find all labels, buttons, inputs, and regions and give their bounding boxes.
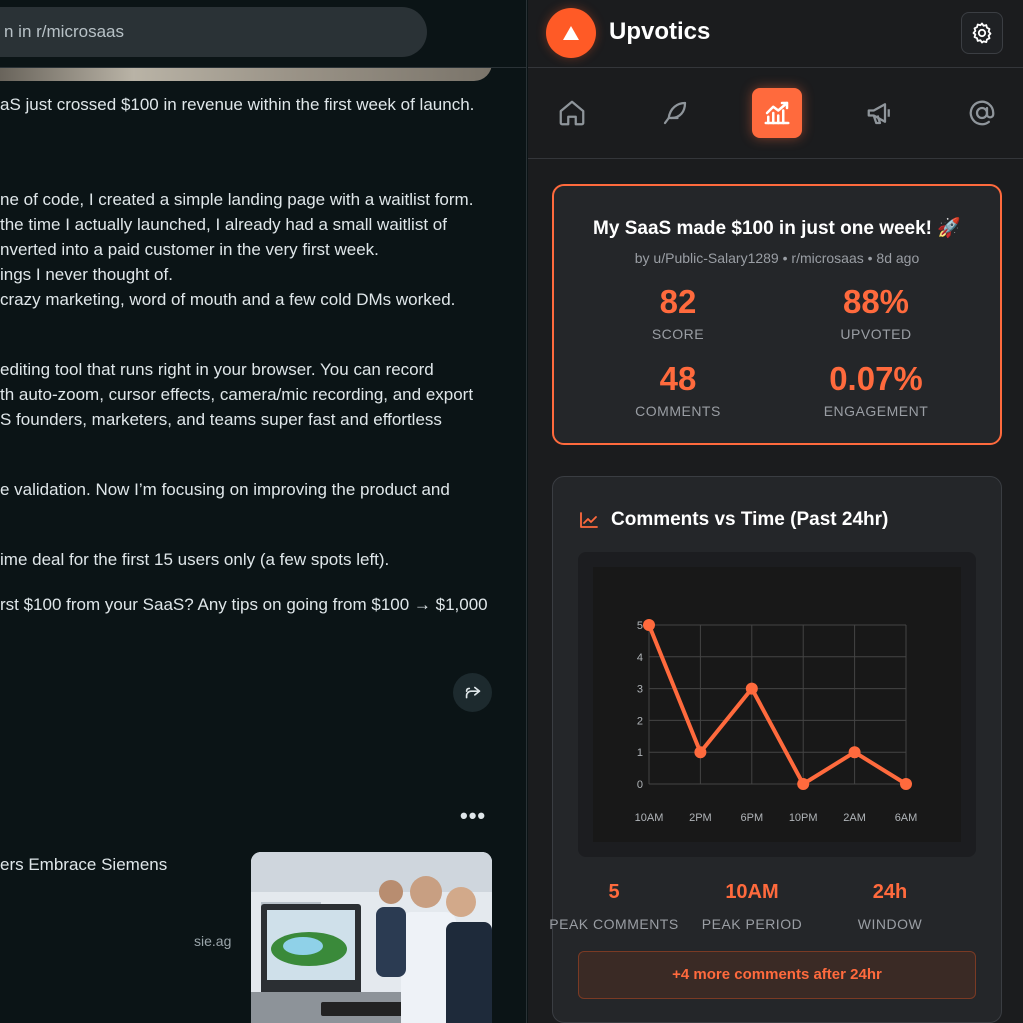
summary-value: 5 <box>608 881 620 903</box>
nav-mentions[interactable] <box>957 88 1007 138</box>
megaphone-icon <box>867 103 890 125</box>
series-line <box>647 623 908 786</box>
upvotics-panel: Upvotics My SaaS made $100 in just one w… <box>528 0 1023 1023</box>
gear-icon <box>972 22 992 44</box>
summary-value: 24h <box>872 881 908 903</box>
arrow-up-icon <box>563 26 579 40</box>
post-body-line: ne of code, I created a simple landing p… <box>0 190 474 209</box>
x-tick-label: 6AM <box>895 812 918 824</box>
nav-home[interactable] <box>547 88 597 138</box>
post-body-line: ings I never thought of. <box>0 265 173 284</box>
analytics-icon <box>764 101 790 125</box>
stat-label: ENGAGEMENT <box>823 403 929 419</box>
chart-plot-area: 0 1 2 3 4 5 10AM 2PM 6PM 10PM 2AM 6AM <box>593 567 961 842</box>
ad-thumbnail-image[interactable] <box>251 852 492 1023</box>
x-tick-label: 2AM <box>843 812 866 824</box>
comments-chart-card: Comments vs Time (Past 24hr) 0 1 2 3 4 5 10AM 2… <box>549 476 1002 1023</box>
line-chart-icon <box>580 512 598 528</box>
brand-name: Upvotics <box>609 18 711 45</box>
panel-header: Upvotics <box>528 0 1023 68</box>
post-stats-card: My SaaS made $100 in just one week! 🚀 by… <box>552 184 1002 445</box>
post-body-line: aS just crossed $100 in revenue within t… <box>0 95 475 114</box>
y-tick-label: 2 <box>637 715 643 727</box>
data-point <box>797 778 810 790</box>
post-body-line: crazy marketing, word of mouth and a few… <box>0 290 456 309</box>
search-input[interactable]: n in r/microsaas <box>0 7 427 57</box>
nav-promote[interactable] <box>855 88 905 138</box>
home-icon <box>559 100 585 126</box>
upvotics-logo <box>546 8 596 58</box>
post-title: My SaaS made $100 in just one week! 🚀 <box>593 218 961 239</box>
summary-label: PEAK COMMENTS <box>549 916 679 932</box>
post-body-line: e validation. Now I’m focusing on improv… <box>0 480 450 499</box>
y-tick-label: 4 <box>637 652 643 664</box>
post-body-line: th auto-zoom, cursor effects, camera/mic… <box>0 385 474 404</box>
more-comments-button[interactable]: +4 more comments after 24hr <box>578 951 976 999</box>
stat-value: 0.07% <box>829 360 923 397</box>
stat-label: SCORE <box>651 326 705 342</box>
stat-upvoted: 88% UPVOTED <box>776 283 976 343</box>
summary-window: 24h WINDOW <box>820 881 960 932</box>
more-options-button[interactable]: ••• <box>460 805 485 827</box>
stat-value: 48 <box>659 360 697 397</box>
y-tick-label: 3 <box>637 684 643 696</box>
summary-value: 10AM <box>725 881 779 903</box>
stat-comments: 48 COMMENTS <box>578 360 778 420</box>
x-tick-label: 10PM <box>789 812 818 824</box>
stat-value: 88% <box>842 283 910 320</box>
data-point <box>643 619 655 631</box>
stat-value: 82 <box>659 283 697 320</box>
x-tick-label: 10AM <box>635 812 664 824</box>
settings-button[interactable] <box>961 12 1003 54</box>
feather-icon <box>663 101 687 125</box>
comments-line-chart: 0 1 2 3 4 5 10AM 2PM 6PM 10PM 2AM 6AM <box>635 619 918 824</box>
x-tick-label: 6PM <box>740 812 763 824</box>
ad-source-link[interactable]: sie.ag <box>194 933 231 949</box>
chart-heading: Comments vs Time (Past 24hr) <box>579 509 888 531</box>
panel-nav <box>528 69 1023 159</box>
post-meta: by u/Public-Salary1289 • r/microsaas • 8… <box>634 250 920 266</box>
reddit-topbar: n in r/microsaas <box>0 0 526 68</box>
y-tick-label: 5 <box>637 620 643 632</box>
summary-peak-comments: 5 PEAK COMMENTS <box>544 881 684 932</box>
summary-label: PEAK PERIOD <box>701 916 803 932</box>
ad-title[interactable]: ers Embrace Siemens <box>0 855 167 875</box>
post-body-line: ime deal for the first 15 users only (a … <box>0 550 390 569</box>
data-point <box>848 746 861 759</box>
post-body-line: nverted into a paid customer in the very… <box>0 240 379 259</box>
post-body-line: the time I actually launched, I already … <box>0 215 447 234</box>
stat-score: 82 SCORE <box>578 283 778 343</box>
post-body-line: rst $100 from your SaaS? Any tips on goi… <box>0 595 488 614</box>
post-body-line: S founders, marketers, and teams super f… <box>0 410 442 429</box>
y-tick-label: 1 <box>637 747 643 759</box>
nav-compose[interactable] <box>650 88 700 138</box>
stat-label: UPVOTED <box>840 326 912 342</box>
x-tick-label: 2PM <box>689 812 712 824</box>
stat-label: COMMENTS <box>635 403 721 419</box>
data-point <box>694 746 707 759</box>
data-point <box>745 682 758 695</box>
share-icon <box>465 686 480 698</box>
reddit-post-view: n in r/microsaas aS just crossed $100 in… <box>0 0 527 1023</box>
stat-engagement: 0.07% ENGAGEMENT <box>776 360 976 420</box>
chart-title: Comments vs Time (Past 24hr) <box>611 509 889 530</box>
at-icon <box>969 100 995 126</box>
data-point <box>900 778 912 790</box>
y-tick-label: 0 <box>637 779 643 791</box>
chart-container: 0 1 2 3 4 5 10AM 2PM 6PM 10PM 2AM 6AM <box>578 552 976 857</box>
share-button[interactable] <box>453 673 492 712</box>
post-body-line: editing tool that runs right in your bro… <box>0 360 434 379</box>
summary-peak-period: 10AM PEAK PERIOD <box>682 881 822 932</box>
nav-analytics[interactable] <box>752 88 802 138</box>
summary-label: WINDOW <box>857 916 923 932</box>
